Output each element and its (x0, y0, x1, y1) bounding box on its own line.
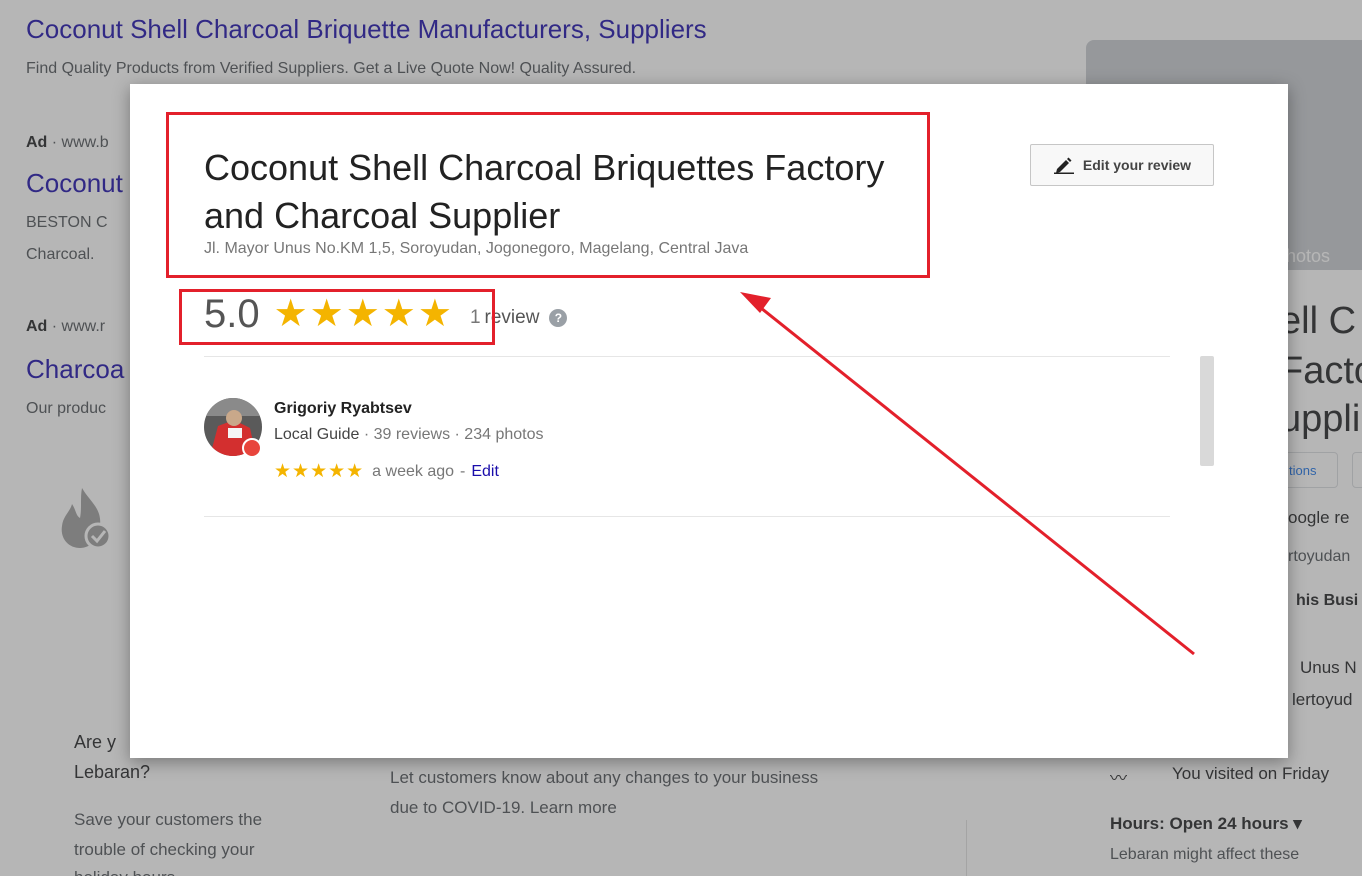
highlight-box-title (166, 112, 930, 278)
pencil-icon (1053, 157, 1074, 174)
review-item: Grigoriy Ryabtsev Local Guide · 39 revie… (204, 396, 1104, 482)
highlight-box-rating (179, 289, 495, 345)
scrollbar-thumb[interactable] (1200, 356, 1214, 466)
edit-your-review-button[interactable]: Edit your review (1030, 144, 1214, 186)
review-rating-line: ★★★★★ a week ago - Edit (274, 460, 499, 483)
local-guide-badge-icon (242, 438, 262, 458)
reviewer-stats: · 39 reviews · 234 photos (359, 426, 544, 443)
review-time: a week ago (372, 462, 455, 480)
edit-review-link[interactable]: Edit (471, 463, 499, 481)
local-guide-label: Local Guide (274, 426, 360, 443)
divider (204, 516, 1170, 517)
reviewer-name[interactable]: Grigoriy Ryabtsev (274, 400, 412, 418)
help-icon[interactable]: ? (549, 309, 568, 327)
divider (204, 356, 1170, 357)
edit-your-review-label: Edit your review (1082, 157, 1192, 173)
separator: - (460, 462, 466, 480)
reviewer-meta: Local Guide · 39 reviews · 234 photos (274, 426, 543, 444)
review-stars: ★★★★★ (274, 461, 365, 482)
